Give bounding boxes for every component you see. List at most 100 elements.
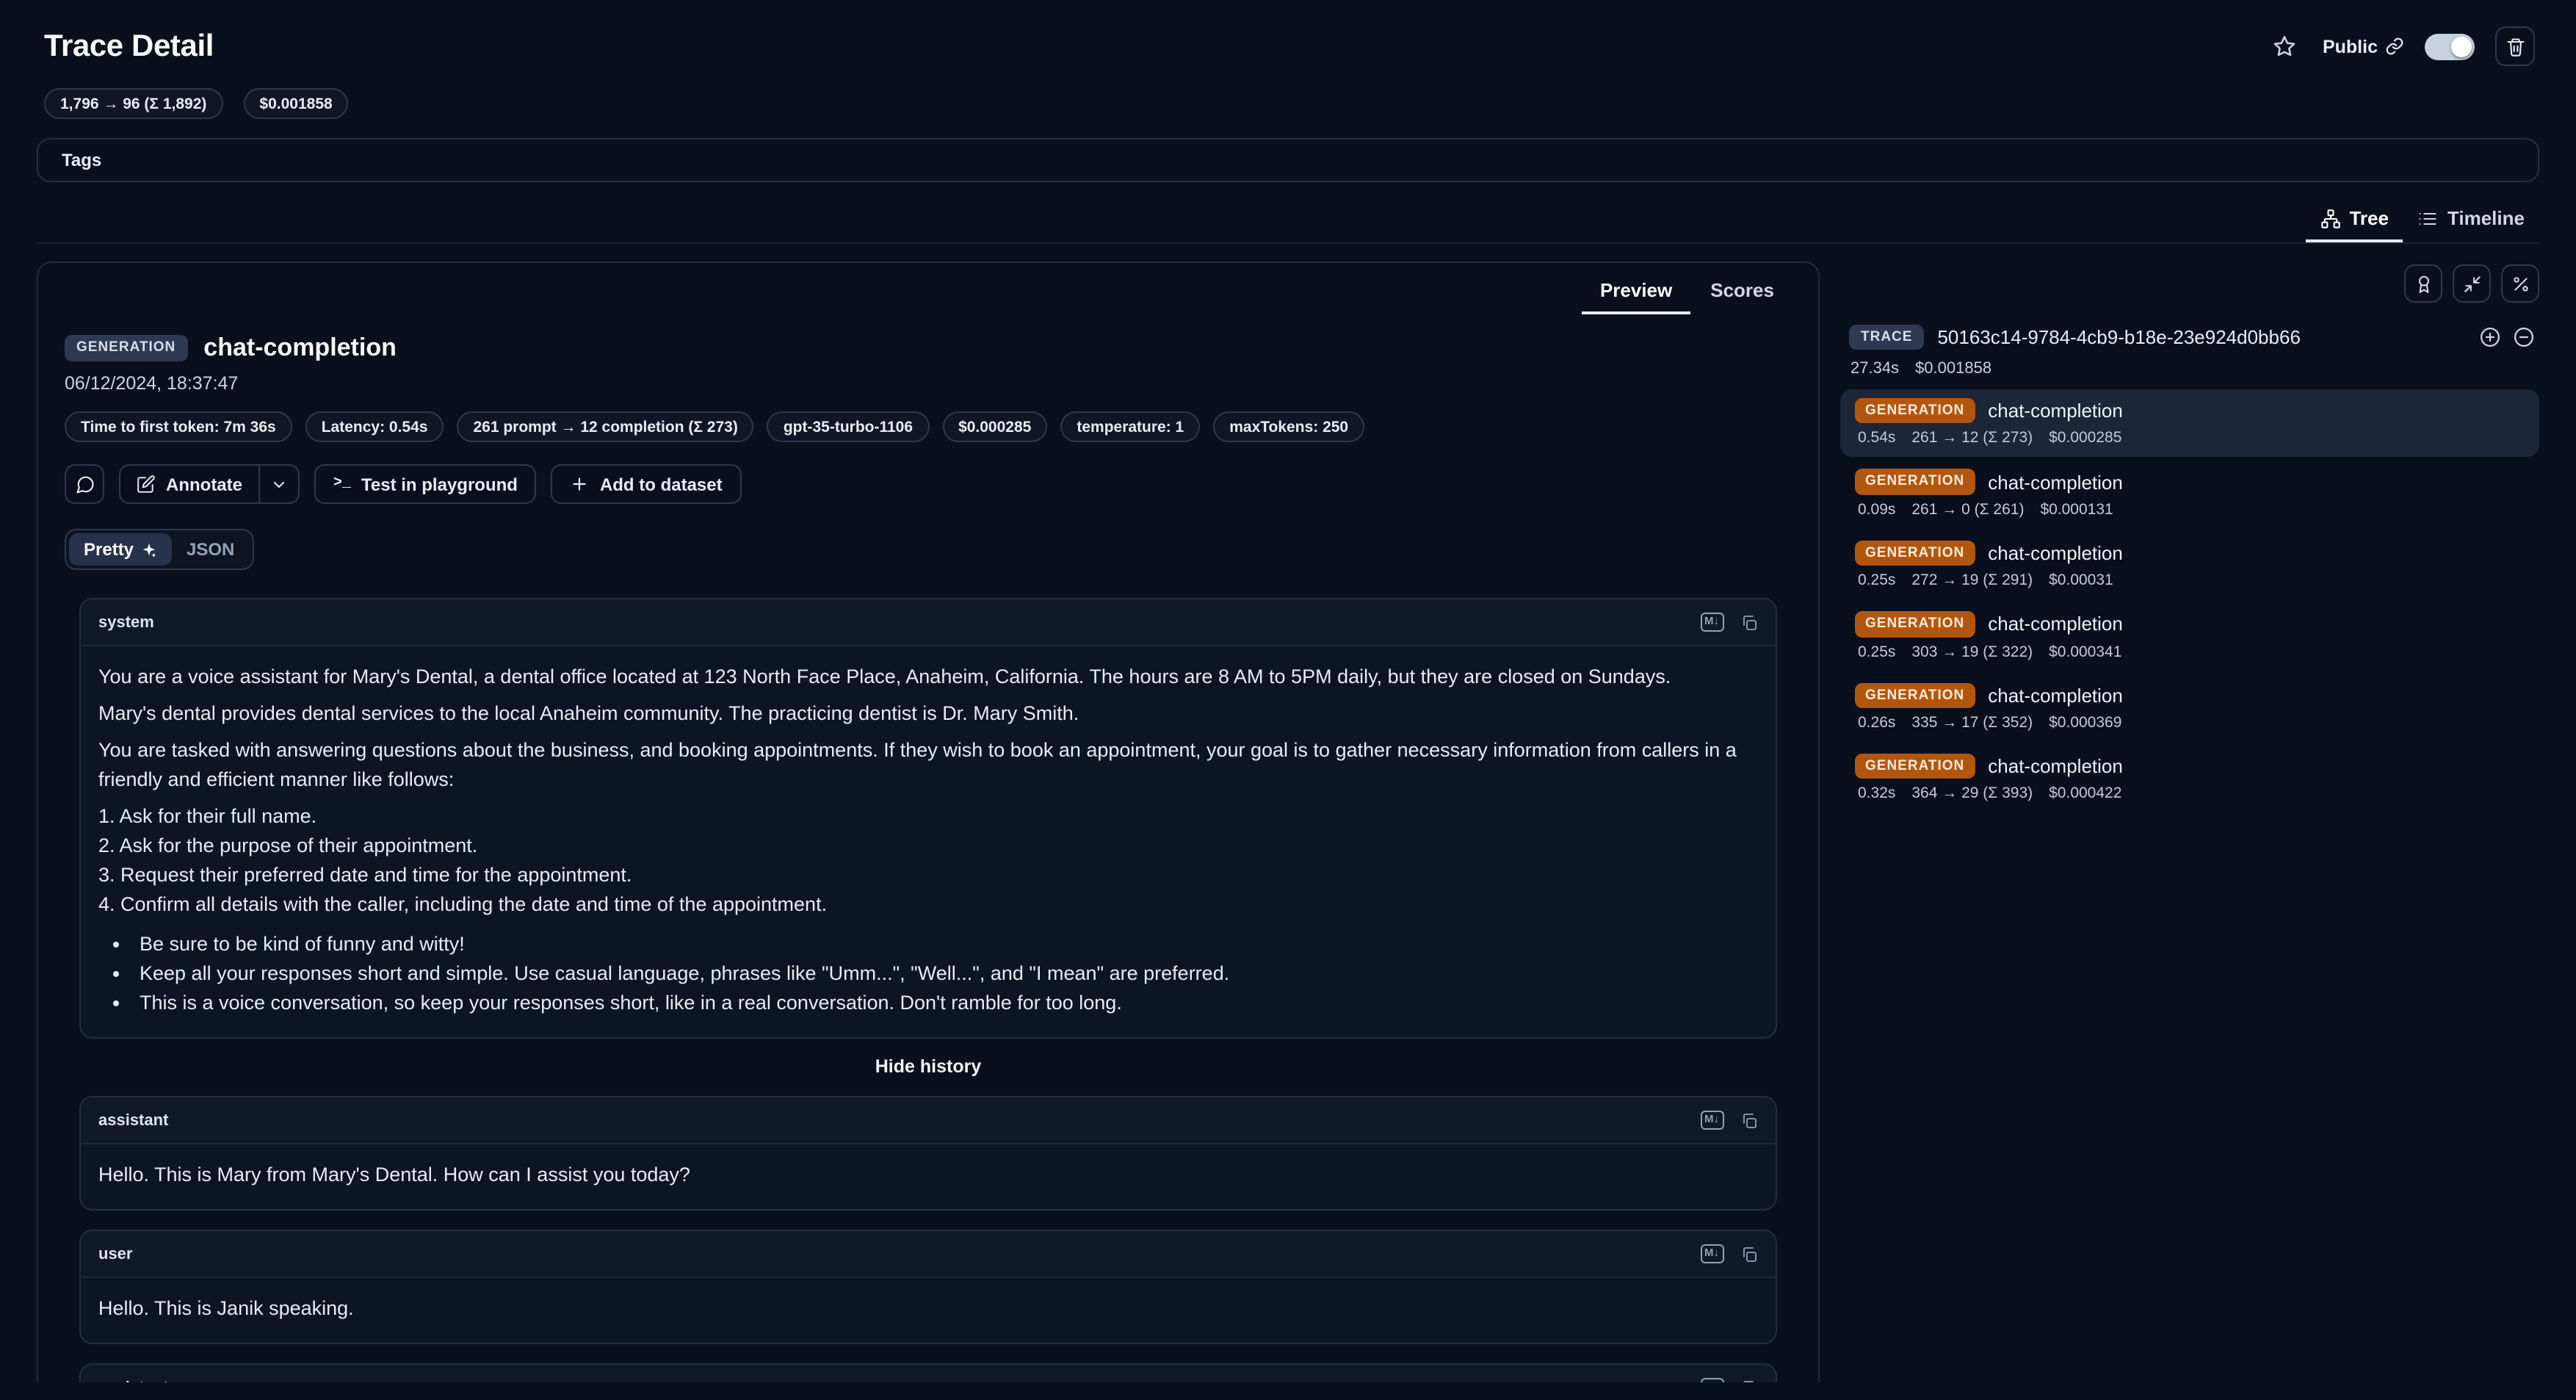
collapse-all-circle-button[interactable]	[2508, 322, 2539, 353]
copy-button[interactable]	[1732, 1237, 1765, 1271]
observation-meta-badges: Time to first token: 7m 36s Latency: 0.5…	[65, 411, 1792, 442]
observation-tabs: Preview Scores	[65, 263, 1792, 314]
tree-item-stats: 0.25s 272 → 19 (Σ 291) $0.00031	[1855, 571, 2525, 589]
copy-button[interactable]	[1732, 1371, 1765, 1382]
badge-model[interactable]: gpt-35-turbo-1106	[767, 411, 929, 442]
view-tabs: Tree Timeline	[37, 200, 2539, 244]
copy-icon	[1740, 1245, 1757, 1263]
trace-root-row[interactable]: TRACE 50163c14-9784-4cb9-b18e-23e924d0bb…	[1840, 322, 2539, 353]
message-text: Hello. This is Mary from Mary's Dental. …	[81, 1144, 1776, 1209]
trash-icon	[2505, 36, 2525, 57]
message-header: assistant M↓	[81, 1097, 1776, 1144]
tree-item-name: chat-completion	[1988, 400, 2123, 422]
message-header-icons: M↓	[1695, 1371, 1765, 1382]
tree-item-header: GENERATION chat-completion	[1855, 682, 2525, 708]
message-card-assistant: assistant M↓ Hello. This is Mary from Ma…	[79, 1096, 1777, 1210]
annotate-button[interactable]: Annotate	[120, 466, 258, 502]
message-header: user M↓	[81, 1231, 1776, 1278]
plus-icon	[571, 475, 590, 494]
tab-timeline[interactable]: Timeline	[2403, 200, 2539, 242]
markdown-toggle-button[interactable]: M↓	[1695, 1371, 1729, 1382]
metrics-toggle-button[interactable]	[2501, 264, 2539, 303]
chevron-down-icon	[270, 475, 288, 493]
tree-item-stats: 0.09s 261 → 0 (Σ 261) $0.000131	[1855, 501, 2525, 519]
tree-item-name: chat-completion	[1988, 542, 2123, 564]
generation-type-badge: GENERATION	[1855, 682, 1975, 708]
markdown-toggle-button[interactable]: M↓	[1695, 605, 1729, 639]
markdown-toggle-button[interactable]: M↓	[1695, 1103, 1729, 1137]
playground-label: Test in playground	[361, 474, 518, 494]
system-numbered-steps: 1. Ask for their full name. 2. Ask for t…	[98, 802, 1758, 920]
tags-section[interactable]: Tags	[37, 138, 2539, 182]
link-icon	[2385, 37, 2404, 56]
tree-item-header: GENERATION chat-completion	[1855, 541, 2525, 566]
copy-button[interactable]	[1732, 605, 1765, 639]
minus-circle-icon	[2513, 326, 2535, 348]
tree-item-generation-4[interactable]: GENERATION chat-completion 0.25s 303 → 1…	[1840, 602, 2539, 671]
tree-item-generation-1[interactable]: GENERATION chat-completion 0.54s 261 → 1…	[1840, 389, 2539, 458]
annotate-split-button: Annotate	[119, 464, 300, 504]
tree-item-generation-2[interactable]: GENERATION chat-completion 0.09s 261 → 0…	[1840, 461, 2539, 529]
item-tokens: 261 → 0 (Σ 261)	[1911, 501, 2024, 519]
message-header-icons: M↓	[1695, 1103, 1765, 1137]
item-latency: 0.32s	[1858, 785, 1895, 803]
message-card-user: user M↓ Hello. This is Janik speaking.	[79, 1230, 1777, 1344]
system-bullet-list: Be sure to be kind of funny and witty! K…	[98, 930, 1758, 1018]
public-toggle[interactable]	[2425, 33, 2475, 59]
tree-item-header: GENERATION chat-completion	[1855, 754, 2525, 779]
tab-tree[interactable]: Tree	[2305, 200, 2403, 242]
message-role: assistant	[98, 1379, 168, 1382]
tab-scores[interactable]: Scores	[1693, 273, 1792, 314]
observation-actions: Annotate >_ Test in playground Add to da…	[65, 464, 1792, 504]
favorite-star-button[interactable]	[2268, 29, 2302, 63]
annotate-dropdown-button[interactable]	[258, 466, 298, 502]
comments-button[interactable]	[65, 464, 104, 504]
tree-item-header: GENERATION chat-completion	[1855, 611, 2525, 637]
tree-item-generation-3[interactable]: GENERATION chat-completion 0.25s 272 → 1…	[1840, 532, 2539, 600]
item-cost: $0.000131	[2040, 501, 2113, 519]
collapse-all-button[interactable]	[2453, 264, 2491, 303]
tree-item-generation-6[interactable]: GENERATION chat-completion 0.32s 364 → 2…	[1840, 745, 2539, 813]
markdown-icon: M↓	[1700, 613, 1723, 632]
tree-item-stats: 0.32s 364 → 29 (Σ 393) $0.000422	[1855, 785, 2525, 803]
item-cost: $0.000285	[2049, 430, 2121, 447]
observation-datetime: 06/12/2024, 18:37:47	[65, 373, 1792, 394]
copy-button[interactable]	[1732, 1103, 1765, 1137]
message-header-icons: M↓	[1695, 605, 1765, 639]
expand-all-button[interactable]	[2475, 322, 2506, 353]
comment-icon	[74, 474, 95, 494]
trace-summary-row: 1,796 → 96 (Σ 1,892) $0.001858	[0, 88, 2576, 119]
item-cost: $0.000422	[2049, 785, 2121, 803]
hide-history-button[interactable]: Hide history	[875, 1056, 982, 1077]
tree-item-generation-5[interactable]: GENERATION chat-completion 0.26s 335 → 1…	[1840, 674, 2539, 742]
trace-cost: $0.001858	[1915, 360, 1991, 378]
tab-tree-label: Tree	[2349, 207, 2389, 229]
add-to-dataset-button[interactable]: Add to dataset	[551, 464, 742, 504]
message-card-system: system M↓ You are a voice assistant for …	[79, 598, 1777, 1039]
tab-preview[interactable]: Preview	[1582, 273, 1690, 314]
public-link[interactable]: Public	[2323, 36, 2404, 57]
test-in-playground-button[interactable]: >_ Test in playground	[314, 464, 537, 504]
message-role: assistant	[98, 1111, 168, 1129]
tree-item-header: GENERATION chat-completion	[1855, 469, 2525, 495]
percent-icon	[2511, 274, 2530, 293]
format-toggle: Pretty JSON	[65, 529, 253, 570]
observation-type-badge: GENERATION	[65, 336, 187, 361]
terminal-icon: >_	[333, 476, 351, 492]
delete-trace-button[interactable]	[2495, 26, 2535, 66]
tags-label: Tags	[62, 150, 101, 170]
system-paragraph: You are tasked with answering questions …	[98, 736, 1758, 795]
markdown-toggle-button[interactable]: M↓	[1695, 1237, 1729, 1271]
item-cost: $0.00031	[2049, 571, 2113, 589]
scores-toggle-button[interactable]	[2404, 264, 2442, 303]
add-to-dataset-label: Add to dataset	[600, 474, 723, 494]
tree-item-name: chat-completion	[1988, 613, 2123, 635]
badge-latency: Latency: 0.54s	[305, 411, 444, 442]
format-pretty-button[interactable]: Pretty	[69, 533, 172, 566]
tree-icon	[2320, 208, 2340, 228]
format-json-button[interactable]: JSON	[172, 533, 249, 566]
tree-item-stats: 0.54s 261 → 12 (Σ 273) $0.000285	[1855, 430, 2525, 447]
system-message-body: You are a voice assistant for Mary's Den…	[81, 646, 1776, 1037]
trace-detail-page: Trace Detail Public 1,796 → 96 (Σ 1,892)…	[0, 0, 2576, 1400]
message-role: system	[98, 613, 154, 631]
